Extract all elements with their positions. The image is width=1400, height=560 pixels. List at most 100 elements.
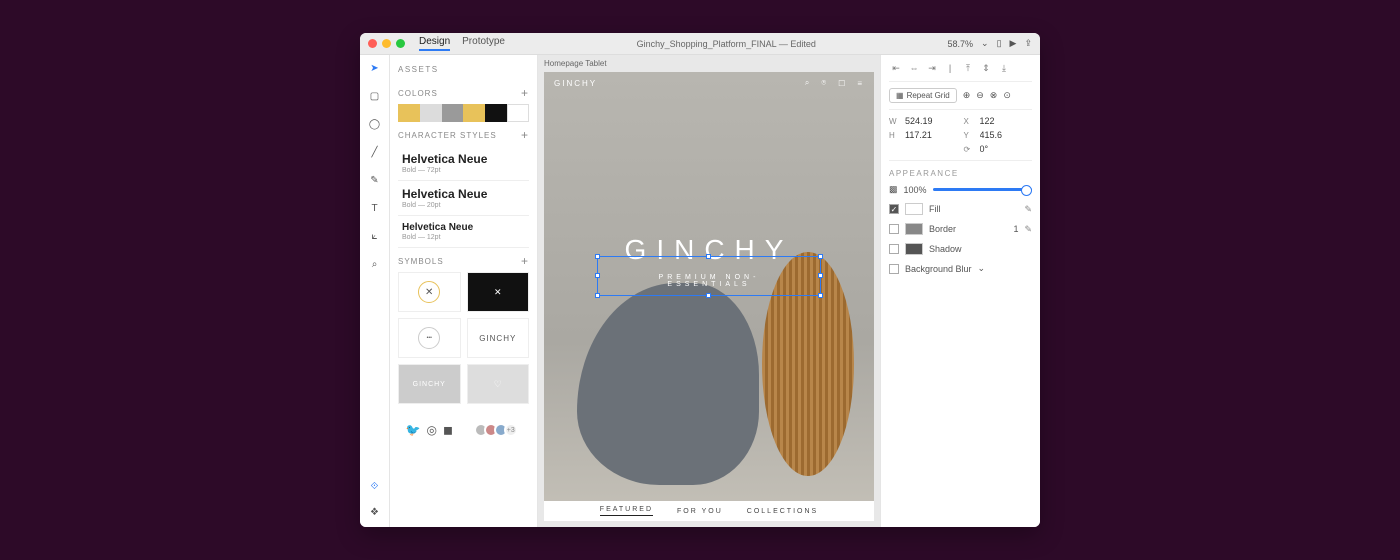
- zoom-chevron-icon[interactable]: ⌄: [981, 38, 989, 49]
- twitter-icon: 🐦: [406, 423, 421, 437]
- charstyle-meta: Bold — 72pt: [402, 167, 525, 174]
- boolean-exclude-icon[interactable]: ⊙: [1003, 90, 1011, 101]
- y-input[interactable]: [980, 130, 1020, 140]
- bgblur-checkbox[interactable]: [889, 264, 899, 274]
- eyedropper-icon[interactable]: ✎: [1024, 204, 1032, 215]
- device-preview-icon[interactable]: ▯: [997, 38, 1002, 49]
- fill-checkbox[interactable]: ✓: [889, 204, 899, 214]
- boolean-intersect-icon[interactable]: ⊗: [990, 90, 998, 101]
- opacity-slider[interactable]: [933, 188, 1032, 191]
- footer-tab-collections: COLLECTIONS: [747, 508, 818, 515]
- align-center-v-icon[interactable]: ⇕: [979, 61, 993, 75]
- symbol-logo-grey[interactable]: GINCHY: [398, 364, 461, 404]
- mode-tabs: Design Prototype: [419, 36, 505, 51]
- close-window-button[interactable]: [368, 39, 377, 48]
- symbol-close-circle[interactable]: ✕: [398, 272, 461, 312]
- height-input[interactable]: [905, 130, 945, 140]
- charstyles-label: Character Styles: [398, 131, 497, 140]
- swatch-lightgrey[interactable]: [420, 104, 442, 122]
- fill-color-chip[interactable]: [905, 203, 923, 215]
- rotation-input[interactable]: [980, 144, 1020, 154]
- add-symbol-button[interactable]: +: [521, 254, 529, 268]
- assets-panel-icon[interactable]: ⟐: [368, 479, 382, 493]
- text-tool-icon[interactable]: T: [368, 201, 382, 215]
- swatch-gold2[interactable]: [463, 104, 485, 122]
- border-color-chip[interactable]: [905, 223, 923, 235]
- add-charstyle-button[interactable]: +: [521, 128, 529, 142]
- shadow-color-chip[interactable]: [905, 243, 923, 255]
- play-icon[interactable]: ▶: [1010, 38, 1017, 49]
- swatch-black[interactable]: [485, 104, 507, 122]
- opacity-value[interactable]: 100%: [904, 185, 927, 195]
- x-input[interactable]: [980, 116, 1020, 126]
- charstyle-item[interactable]: Helvetica Neue Bold — 72pt: [398, 146, 529, 181]
- align-bottom-icon[interactable]: ⤓: [997, 61, 1011, 75]
- canvas-area[interactable]: Homepage Tablet GINCHY ⌕ ⍟ ☐ ≡ GINCHY PR…: [538, 55, 880, 527]
- artboard-tool-icon[interactable]: ⟀: [368, 229, 382, 243]
- border-row: Border 1 ✎: [889, 223, 1032, 235]
- edit-status: Edited: [790, 39, 816, 49]
- charstyle-name: Helvetica Neue: [402, 187, 525, 201]
- eyedropper-icon[interactable]: ✎: [1024, 224, 1032, 235]
- minimize-window-button[interactable]: [382, 39, 391, 48]
- swatch-white[interactable]: [507, 104, 529, 122]
- pen-tool-icon[interactable]: ✎: [368, 173, 382, 187]
- shadow-label: Shadow: [929, 244, 962, 254]
- user-icon: ⍟: [821, 78, 828, 88]
- filename: Ginchy_Shopping_Platform_FINAL: [637, 39, 777, 49]
- ellipse-tool-icon[interactable]: ◯: [368, 117, 382, 131]
- border-width[interactable]: 1: [1013, 224, 1018, 234]
- rotate-icon[interactable]: ⟳: [964, 145, 974, 154]
- chevron-down-icon[interactable]: ⌄: [978, 263, 986, 274]
- symbol-social[interactable]: 🐦 ◎ ◼: [398, 410, 461, 450]
- artboard[interactable]: GINCHY ⌕ ⍟ ☐ ≡ GINCHY PREMIUM NON-ESSENT…: [544, 72, 874, 521]
- select-tool-icon[interactable]: ➤: [368, 61, 382, 75]
- boolean-add-icon[interactable]: ⊕: [963, 90, 971, 101]
- maximize-window-button[interactable]: [396, 39, 405, 48]
- rectangle-tool-icon[interactable]: ▢: [368, 89, 382, 103]
- charstyle-meta: Bold — 20pt: [402, 202, 525, 209]
- charstyles-header: Character Styles +: [398, 128, 529, 142]
- symbol-heart[interactable]: ♡: [467, 364, 530, 404]
- tab-design[interactable]: Design: [419, 36, 450, 51]
- share-icon[interactable]: ⇪: [1024, 38, 1032, 49]
- swatch-grey[interactable]: [442, 104, 464, 122]
- badge-icon: •••: [418, 327, 440, 349]
- charstyle-item[interactable]: Helvetica Neue Bold — 20pt: [398, 181, 529, 216]
- border-label: Border: [929, 224, 956, 234]
- instagram-icon: ◎: [427, 423, 437, 437]
- align-center-h-icon[interactable]: ⇔: [907, 61, 921, 75]
- line-tool-icon[interactable]: ╱: [368, 145, 382, 159]
- charstyle-name: Helvetica Neue: [402, 152, 525, 166]
- align-top-icon[interactable]: ⤒: [961, 61, 975, 75]
- footer-tab-featured: FEATURED: [600, 506, 653, 516]
- charstyle-item[interactable]: Helvetica Neue Bold — 12pt: [398, 216, 529, 248]
- zoom-tool-icon[interactable]: ⌕: [368, 257, 382, 271]
- symbol-badge[interactable]: •••: [398, 318, 461, 358]
- title-separator: —: [779, 39, 791, 49]
- tab-prototype[interactable]: Prototype: [462, 36, 505, 51]
- zoom-level[interactable]: 58.7%: [948, 39, 974, 49]
- shadow-checkbox[interactable]: [889, 244, 899, 254]
- symbol-close-dark[interactable]: ✕: [467, 272, 530, 312]
- selection-box[interactable]: [597, 256, 821, 296]
- repeat-grid-row: ▦Repeat Grid ⊕ ⊖ ⊗ ⊙: [889, 88, 1032, 110]
- align-left-icon[interactable]: ⇤: [889, 61, 903, 75]
- border-checkbox[interactable]: [889, 224, 899, 234]
- symbol-logo-light[interactable]: GINCHY: [467, 318, 530, 358]
- window-controls: [368, 39, 405, 48]
- align-divider: |: [943, 61, 957, 75]
- symbol-avatars[interactable]: +3: [467, 410, 530, 450]
- bgblur-row: Background Blur ⌄: [889, 263, 1032, 274]
- boolean-subtract-icon[interactable]: ⊖: [976, 90, 984, 101]
- artboard-label[interactable]: Homepage Tablet: [538, 55, 880, 72]
- fill-row: ✓ Fill ✎: [889, 203, 1032, 215]
- swatch-gold[interactable]: [398, 104, 420, 122]
- width-input[interactable]: [905, 116, 945, 126]
- add-color-button[interactable]: +: [521, 86, 529, 100]
- main-body: ➤ ▢ ◯ ╱ ✎ T ⟀ ⌕ ⟐ ❖ ASSETS Colors +: [360, 55, 1040, 527]
- document-title: Ginchy_Shopping_Platform_FINAL — Edited: [505, 39, 948, 49]
- layers-panel-icon[interactable]: ❖: [368, 505, 382, 519]
- repeat-grid-button[interactable]: ▦Repeat Grid: [889, 88, 957, 103]
- align-right-icon[interactable]: ⇥: [925, 61, 939, 75]
